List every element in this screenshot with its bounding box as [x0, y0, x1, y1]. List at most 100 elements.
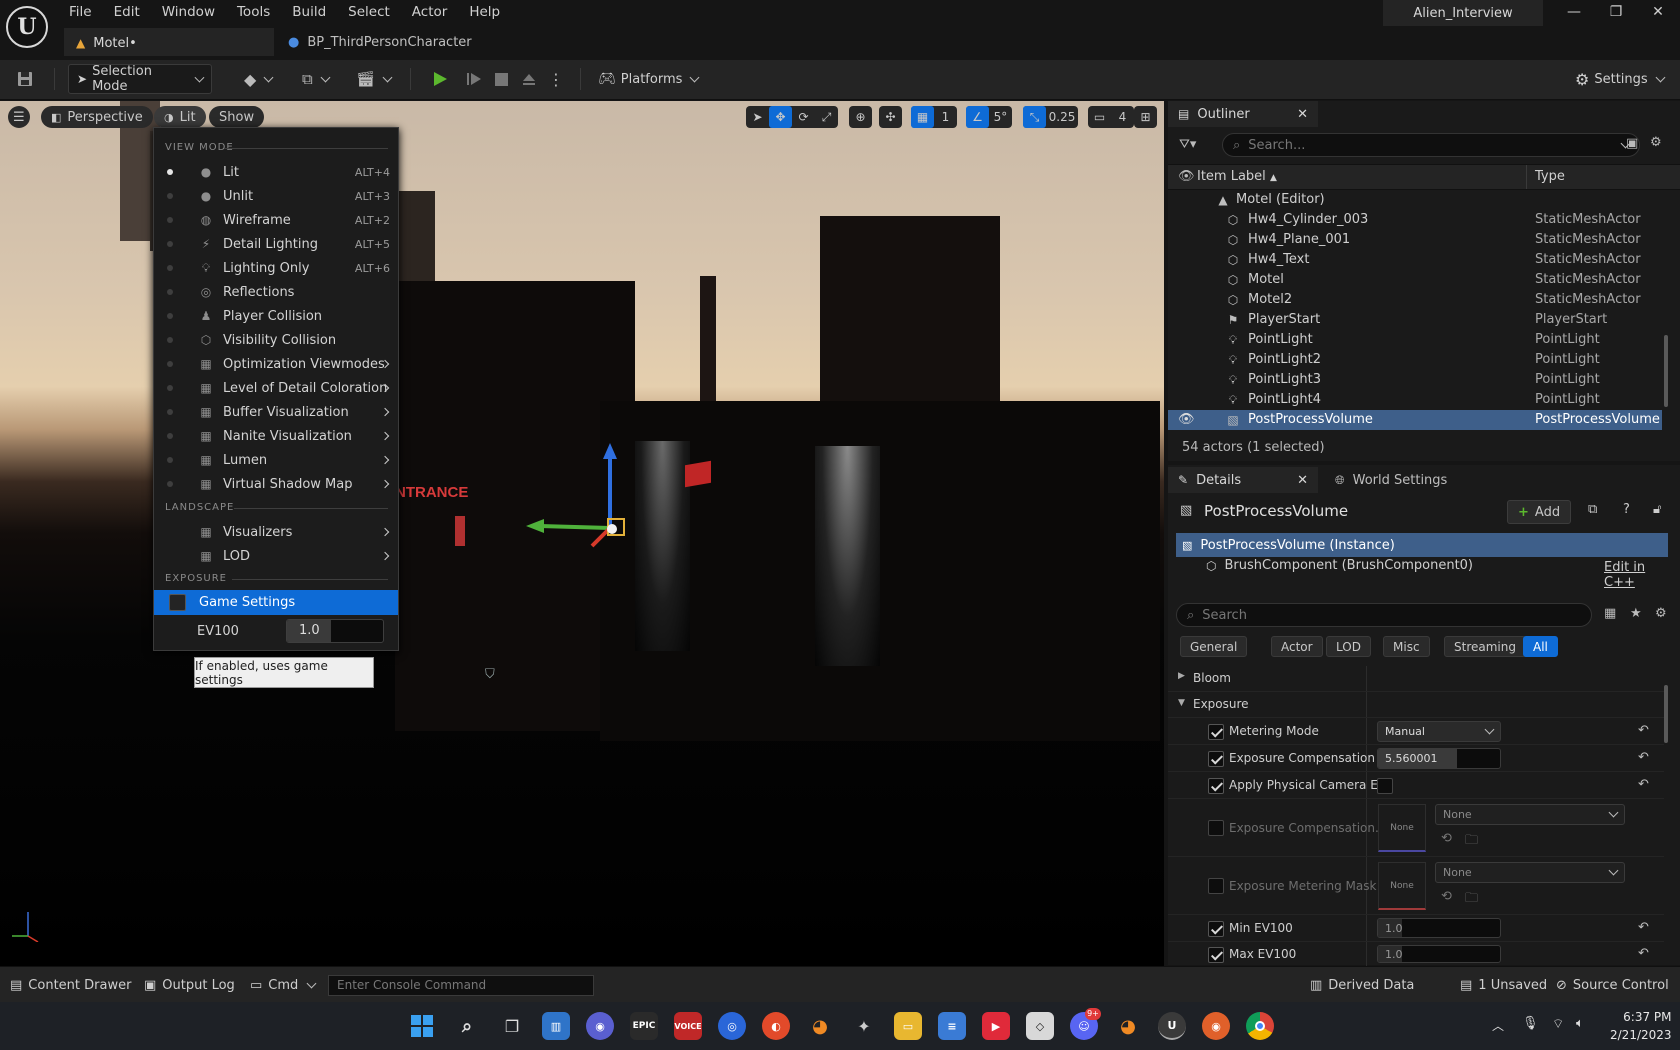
- microphone-icon[interactable]: 🎙︎: [1522, 1016, 1539, 1031]
- viewmode-buffer-visualization[interactable]: ▦ Buffer Visualization: [154, 400, 398, 424]
- source-control-button[interactable]: ⊘ Source Control: [1556, 974, 1669, 996]
- browse-icon[interactable]: ⟲: [1441, 831, 1452, 846]
- filter-misc[interactable]: Misc: [1383, 636, 1430, 657]
- max-ev100-slider[interactable]: 1.0: [1377, 945, 1501, 963]
- override-checkbox[interactable]: [1208, 751, 1224, 767]
- show-button[interactable]: Show: [209, 106, 265, 128]
- override-checkbox[interactable]: [1208, 947, 1224, 963]
- save-button[interactable]: [12, 64, 38, 94]
- override-checkbox[interactable]: [1208, 878, 1224, 894]
- outliner-row[interactable]: ⚑ PlayerStart PlayerStart: [1168, 310, 1662, 330]
- derived-data-button[interactable]: ▥ Derived Data: [1310, 974, 1414, 996]
- lock-icon[interactable]: 🔓︎: [1653, 502, 1661, 517]
- notepad-icon[interactable]: ≡: [938, 1012, 966, 1040]
- unreal-logo[interactable]: U: [6, 6, 48, 48]
- close-button[interactable]: ✕: [1638, 4, 1678, 26]
- tab-bp-thirdpersoncharacter[interactable]: ● BP_ThirdPersonCharacter: [276, 28, 496, 56]
- outliner-row[interactable]: 💡︎ PointLight3 PointLight: [1168, 370, 1662, 390]
- browse-icon[interactable]: ⟲: [1441, 889, 1452, 904]
- viewmode-detail-lighting[interactable]: ⚡︎ Detail Lighting ALT+5: [154, 232, 398, 256]
- teams-chat-icon[interactable]: ◉: [586, 1012, 614, 1040]
- add-folder-icon[interactable]: ▣: [1626, 136, 1638, 151]
- rotate-icon[interactable]: ⟳: [792, 106, 815, 128]
- system-clock[interactable]: 6:37 PM 2/21/2023: [1610, 1008, 1672, 1044]
- gear-icon[interactable]: ⚙: [1655, 606, 1667, 621]
- override-checkbox[interactable]: [1208, 724, 1224, 740]
- component-row[interactable]: ⬡ BrushComponent (BrushComponent0): [1206, 558, 1473, 573]
- gear-icon[interactable]: ⚙: [1650, 135, 1662, 150]
- component-instance-row[interactable]: ▧ PostProcessVolume (Instance): [1176, 533, 1668, 557]
- menu-help[interactable]: Help: [458, 0, 511, 24]
- viewmode-lumen[interactable]: ▦ Lumen: [154, 448, 398, 472]
- speaker-icon[interactable]: 🔈︎: [1576, 1016, 1584, 1031]
- outliner-search-input[interactable]: ⌕ Search...: [1222, 133, 1640, 157]
- menu-window[interactable]: Window: [151, 0, 226, 24]
- star-icon[interactable]: ★: [1630, 606, 1642, 621]
- reset-to-default-icon[interactable]: ↶: [1638, 723, 1649, 738]
- unreal-editor-icon[interactable]: U: [1158, 1012, 1186, 1040]
- maximize-button[interactable]: ❐: [1596, 4, 1636, 26]
- viewport-options-button[interactable]: ☰: [8, 106, 30, 128]
- close-icon[interactable]: ✕: [1297, 473, 1308, 488]
- cmd-dropdown[interactable]: ▭ Cmd: [250, 974, 317, 996]
- viewmode-player-collision[interactable]: ♟ Player Collision: [154, 304, 398, 328]
- tab-world-settings[interactable]: 🌐︎ World Settings: [1325, 467, 1475, 493]
- content-drawer-button[interactable]: ▤ Content Drawer: [10, 974, 131, 996]
- voicemeeter-icon[interactable]: VOICE: [674, 1012, 702, 1040]
- console-input[interactable]: Enter Console Command: [328, 975, 594, 996]
- roblox-icon[interactable]: ◇: [1026, 1012, 1054, 1040]
- viewmode-reflections[interactable]: ◎ Reflections: [154, 280, 398, 304]
- outliner-row[interactable]: 👁︎ ▧ PostProcessVolume PostProcessVolume: [1168, 410, 1662, 430]
- filter-icon[interactable]: ⛛▾: [1179, 137, 1196, 152]
- blueprints-button[interactable]: ⧉: [302, 64, 331, 94]
- search-icon[interactable]: ⌕: [453, 1012, 481, 1040]
- reset-to-default-icon[interactable]: ↶: [1638, 750, 1649, 765]
- viewmode-lod-coloration[interactable]: ▦ Level of Detail Coloration: [154, 376, 398, 400]
- menu-file[interactable]: File: [58, 0, 103, 24]
- viewmode-nanite-visualization[interactable]: ▦ Nanite Visualization: [154, 424, 398, 448]
- viewmode-lit[interactable]: ● Lit ALT+4: [154, 160, 398, 184]
- postprocess-volume-sprite[interactable]: ⛉: [485, 667, 495, 682]
- stop-button[interactable]: [491, 64, 511, 94]
- advance-frame-button[interactable]: [462, 64, 486, 94]
- surface-snap-button[interactable]: ✣: [879, 106, 902, 128]
- outliner-row[interactable]: 💡︎ PointLight4 PointLight: [1168, 390, 1662, 410]
- menu-tools[interactable]: Tools: [226, 0, 281, 24]
- texture-thumbnail[interactable]: None: [1378, 862, 1426, 910]
- details-search-input[interactable]: ⌕ Search: [1176, 603, 1592, 627]
- file-explorer-icon[interactable]: ▭: [894, 1012, 922, 1040]
- filter-actor[interactable]: Actor: [1271, 636, 1323, 657]
- reset-to-default-icon[interactable]: ↶: [1638, 946, 1649, 961]
- outliner-row[interactable]: ⬡ Motel2 StaticMeshActor: [1168, 290, 1662, 310]
- outliner-row[interactable]: ⬡ Motel StaticMeshActor: [1168, 270, 1662, 290]
- task-view-icon[interactable]: ❐: [498, 1012, 526, 1040]
- filter-streaming[interactable]: Streaming: [1444, 636, 1526, 657]
- eye-icon[interactable]: 👁︎: [1178, 412, 1195, 427]
- scale-snap-button[interactable]: ⤡ 0.25: [1023, 106, 1078, 128]
- override-checkbox[interactable]: [1208, 820, 1224, 836]
- apply-physical-camera-checkbox[interactable]: [1377, 778, 1393, 794]
- eye-icon[interactable]: 👁︎: [1178, 169, 1195, 184]
- add-component-button[interactable]: + Add: [1507, 500, 1572, 524]
- menu-build[interactable]: Build: [281, 0, 337, 24]
- scale-icon[interactable]: ⤢: [815, 106, 838, 128]
- col-item-label[interactable]: Item Label ▲: [1197, 169, 1277, 184]
- override-checkbox[interactable]: [1208, 921, 1224, 937]
- platforms-button[interactable]: 🎮︎ Platforms: [598, 64, 700, 94]
- perspective-button[interactable]: ◧ Perspective: [41, 106, 153, 128]
- actor-name[interactable]: PostProcessVolume: [1204, 502, 1348, 520]
- curve-thumbnail[interactable]: None: [1378, 804, 1426, 852]
- media-player-icon[interactable]: ▶: [982, 1012, 1010, 1040]
- curve-asset-picker[interactable]: None: [1435, 804, 1625, 825]
- outliner-row[interactable]: ⬡ Hw4_Text StaticMeshActor: [1168, 250, 1662, 270]
- select-icon[interactable]: ➤: [746, 106, 769, 128]
- network-app-icon[interactable]: ◎: [718, 1012, 746, 1040]
- game-settings-checkbox[interactable]: [169, 594, 186, 611]
- move-icon[interactable]: ✥: [769, 106, 792, 128]
- output-log-button[interactable]: ▣ Output Log: [144, 974, 235, 996]
- tab-details[interactable]: ✎ Details ✕: [1168, 467, 1318, 493]
- viewmode-unlit[interactable]: ● Unlit ALT+3: [154, 184, 398, 208]
- blender-icon[interactable]: ◕: [1114, 1012, 1142, 1040]
- camera-speed-button[interactable]: ▭ 4: [1088, 106, 1134, 128]
- game-settings-checkbox-item[interactable]: Game Settings: [154, 590, 398, 615]
